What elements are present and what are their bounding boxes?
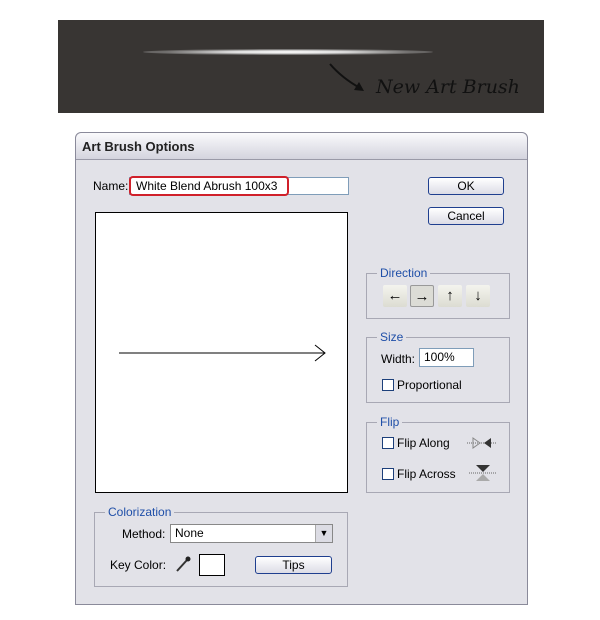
direction-legend: Direction bbox=[377, 266, 431, 280]
flip-group: Flip Flip Along Flip Across bbox=[366, 415, 510, 493]
direction-up-button[interactable]: ↑ bbox=[438, 285, 462, 307]
flip-along-icon bbox=[467, 437, 497, 449]
flip-across-checkbox[interactable] bbox=[382, 468, 394, 480]
art-brush-options-dialog: Art Brush Options Name: White Blend Abru… bbox=[75, 132, 528, 605]
white-blend-brush-stroke bbox=[143, 49, 433, 55]
proportional-checkbox[interactable] bbox=[382, 379, 394, 391]
name-label: Name: bbox=[93, 179, 129, 193]
direction-left-button[interactable]: ← bbox=[383, 285, 407, 307]
title-bar: Art Brush Options bbox=[76, 133, 527, 160]
width-input[interactable]: 100% bbox=[419, 348, 474, 367]
curved-arrow-icon bbox=[329, 63, 364, 91]
name-value-highlight[interactable]: White Blend Abrush 100x3 bbox=[129, 176, 289, 196]
method-value: None bbox=[175, 526, 204, 540]
flip-legend: Flip bbox=[377, 415, 403, 429]
direction-down-button[interactable]: ↓ bbox=[466, 285, 490, 307]
banner-label: New Art Brush bbox=[376, 76, 520, 98]
chevron-down-icon[interactable]: ▼ bbox=[315, 525, 332, 542]
width-label: Width: bbox=[381, 352, 416, 366]
flip-across-icon bbox=[469, 465, 497, 481]
direction-right-button[interactable]: → bbox=[410, 285, 434, 307]
flip-along-checkbox[interactable] bbox=[382, 437, 394, 449]
ok-button[interactable]: OK bbox=[428, 177, 504, 195]
flip-across-label: Flip Across bbox=[397, 467, 456, 481]
proportional-label: Proportional bbox=[397, 378, 462, 392]
brush-preview-banner: New Art Brush bbox=[58, 20, 544, 113]
colorization-legend: Colorization bbox=[105, 505, 175, 519]
tips-button[interactable]: Tips bbox=[255, 556, 332, 574]
brush-preview-area bbox=[95, 212, 348, 493]
eyedropper-icon[interactable] bbox=[175, 555, 191, 573]
key-color-label: Key Color: bbox=[110, 558, 167, 572]
method-label: Method: bbox=[122, 527, 166, 541]
size-group: Size Width: 100% Proportional bbox=[366, 330, 510, 403]
direction-group: Direction ← → ↑ ↓ bbox=[366, 266, 510, 319]
method-select[interactable]: None ▼ bbox=[170, 524, 333, 543]
cancel-button[interactable]: Cancel bbox=[428, 207, 504, 225]
direction-arrow-icon bbox=[119, 344, 326, 362]
size-legend: Size bbox=[377, 330, 407, 344]
colorization-group: Colorization Method: None ▼ Key Color: T… bbox=[94, 505, 348, 587]
key-color-swatch[interactable] bbox=[199, 554, 225, 576]
dialog-title: Art Brush Options bbox=[82, 139, 195, 154]
flip-along-label: Flip Along bbox=[397, 436, 450, 450]
